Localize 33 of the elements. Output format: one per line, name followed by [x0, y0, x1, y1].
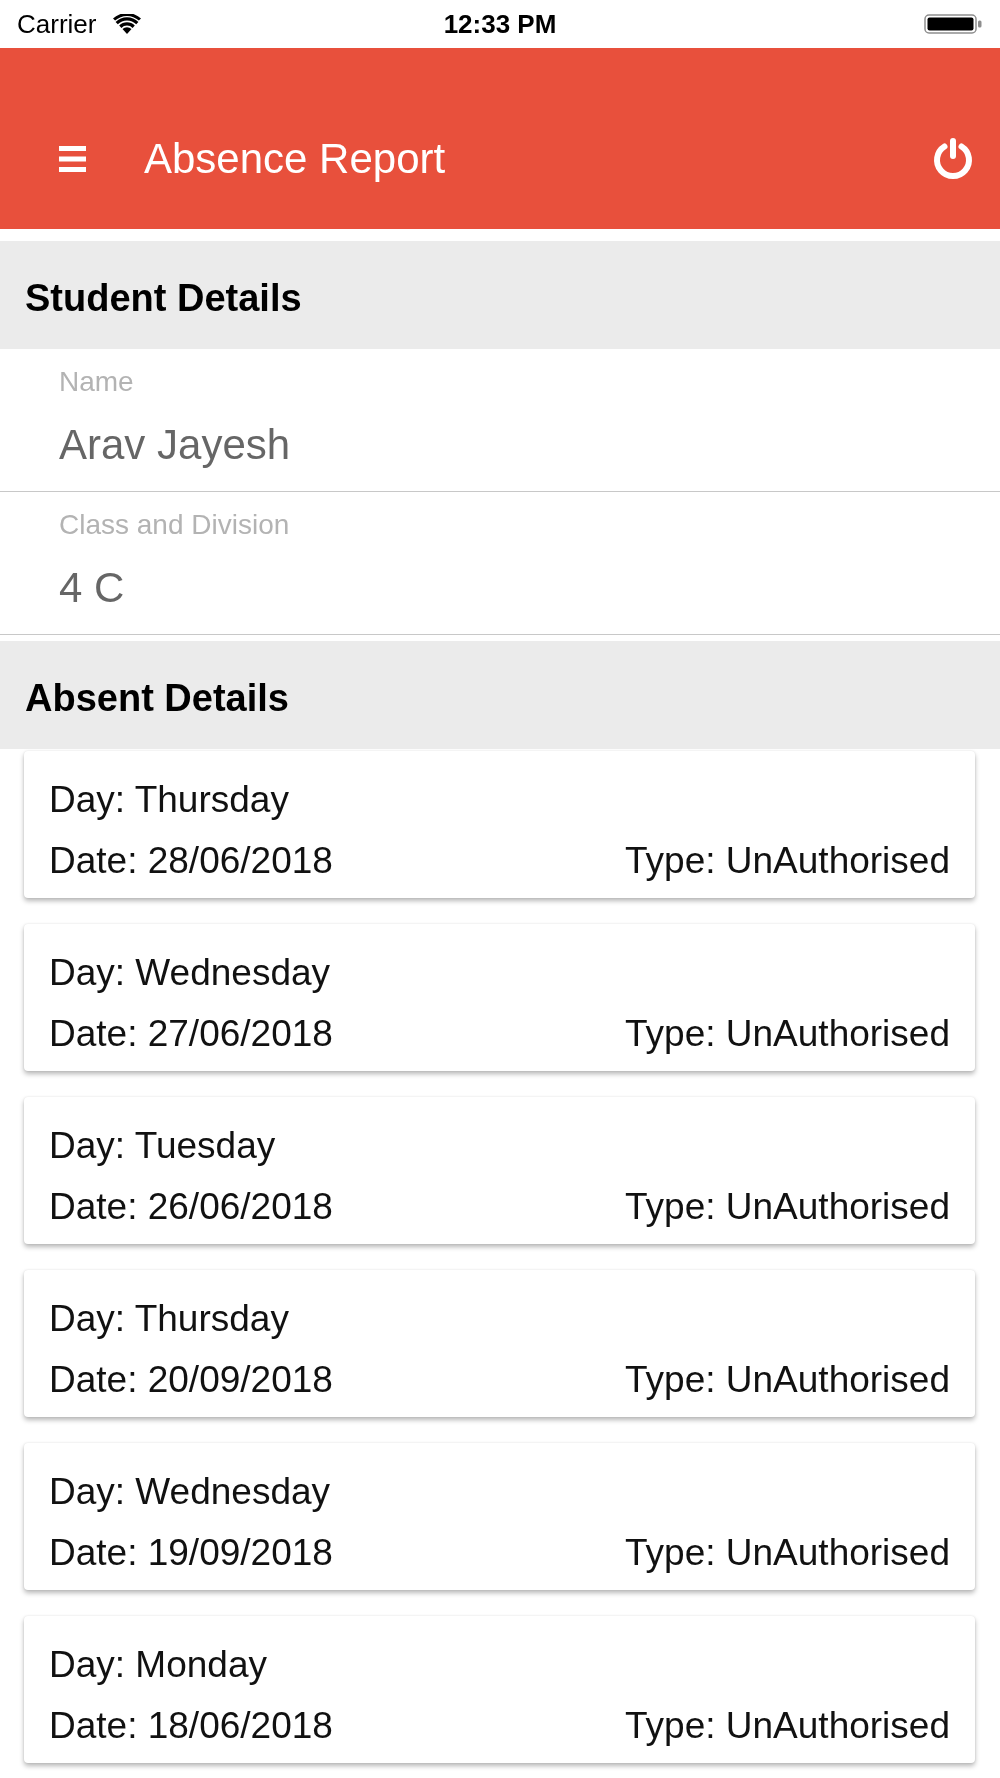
- battery-icon: [924, 14, 982, 34]
- type-text: Type: UnAuthorised: [625, 1531, 950, 1575]
- menu-icon: [59, 146, 86, 172]
- field-label: Name: [59, 365, 134, 399]
- type-text: Type: UnAuthorised: [625, 1358, 950, 1402]
- day-text: Day: Thursday: [49, 778, 289, 822]
- field-value: Arav Jayesh: [59, 420, 291, 470]
- day-text: Day: Wednesday: [49, 1470, 331, 1514]
- carrier-name: Carrier: [17, 9, 97, 39]
- day-text: Day: Monday: [49, 1643, 267, 1687]
- field-value: 4 C: [59, 563, 125, 613]
- day-text: Day: Tuesday: [49, 1124, 276, 1168]
- type-text: Type: UnAuthorised: [625, 1704, 950, 1748]
- day-text: Day: Thursday: [49, 1297, 289, 1341]
- menu-button[interactable]: [59, 146, 86, 172]
- logout-button[interactable]: [932, 138, 974, 180]
- date-text: Date: 26/06/2018: [49, 1185, 333, 1229]
- clock-time: 12:33 PM: [443, 9, 557, 39]
- field-label: Class and Division: [59, 508, 290, 542]
- type-text: Type: UnAuthorised: [625, 1012, 950, 1056]
- type-text: Type: UnAuthorised: [625, 1185, 950, 1229]
- date-text: Date: 27/06/2018: [49, 1012, 333, 1056]
- day-text: Day: Wednesday: [49, 951, 331, 995]
- date-text: Date: 20/09/2018: [49, 1358, 333, 1402]
- date-text: Date: 19/09/2018: [49, 1531, 333, 1575]
- page-title: Absence Report: [144, 134, 447, 184]
- type-text: Type: UnAuthorised: [625, 839, 950, 883]
- section-title: Absent Details: [25, 676, 289, 721]
- wifi-icon: [113, 14, 142, 34]
- power-icon: [932, 138, 974, 180]
- date-text: Date: 28/06/2018: [49, 839, 333, 883]
- date-text: Date: 18/06/2018: [49, 1704, 333, 1748]
- section-title: Student Details: [25, 276, 302, 321]
